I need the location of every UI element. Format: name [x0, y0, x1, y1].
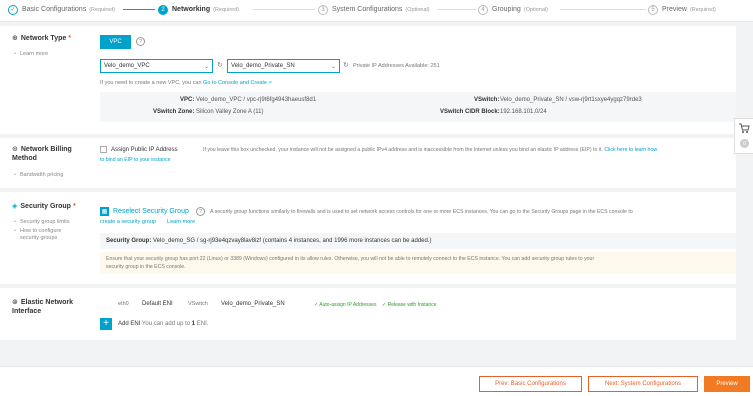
chevron-down-icon: ⌄ — [330, 63, 336, 70]
step-required: (Optional) — [523, 6, 548, 13]
step-connector — [253, 9, 315, 10]
preview-button[interactable]: Preview — [704, 376, 750, 392]
step-number: 5 — [648, 4, 658, 15]
vpc-select[interactable]: Velo_demo_VPC ⌄ — [100, 59, 213, 73]
vpc-info-box: VPC: Velo_demo_VPC / vpc-rj9t6fg4943haeu… — [100, 92, 736, 122]
eni-title-line2: Interface — [12, 308, 42, 315]
cart-badge: 0 — [740, 139, 749, 148]
zone-label: VSwitch Zone: — [153, 109, 195, 115]
zone-value: Silicon Valley Zone A (11) — [196, 109, 264, 115]
step-networking[interactable]: 2 Networking (Required) — [158, 4, 239, 15]
cidr-value: 192.168.101.0/24 — [500, 109, 547, 115]
assign-public-ip-checkbox[interactable] — [100, 146, 107, 153]
security-group-detail: (contains 4 instances, and 1996 more ins… — [262, 238, 432, 244]
vswitch-value: Velo_demo_Private_SN / vsw-rj9rt1sxye4yg… — [500, 97, 642, 103]
security-group-limits-link[interactable]: Security group limits — [14, 219, 69, 225]
billing-panel: ⊙ Network Billing Method Bandwidth prici… — [0, 138, 736, 188]
security-group-description: A security group functions similarly to … — [210, 209, 633, 215]
billing-icon: ⊙ — [12, 146, 18, 153]
create-vpc-link[interactable]: Go to Console and Create > — [203, 80, 272, 86]
security-group-title: ◈ Security Group * — [12, 202, 76, 211]
vpc-select-value: Velo_demo_VPC — [104, 63, 150, 69]
step-number: 3 — [318, 4, 328, 15]
add-eni-button[interactable]: + — [100, 318, 112, 330]
vswitch-select-value: Velo_demo_Private_SN — [231, 63, 295, 69]
step-connector — [560, 9, 646, 10]
step-grouping[interactable]: 4 Grouping (Optional) — [478, 4, 548, 15]
cidr-label: VSwitch CIDR Block: — [440, 109, 500, 115]
vpc-value: Velo_demo_VPC / vpc-rj9t6fg4943haeusf8d1 — [196, 97, 317, 103]
learn-bind-eip-link[interactable]: Click here to learn how — [604, 147, 657, 153]
selected-security-group-box: Security Group: Velo_demo_SG / sg-rj93e4… — [100, 233, 736, 249]
reselect-security-group-button[interactable]: Reselect Security Group — [113, 208, 189, 215]
help-icon[interactable]: ? — [136, 37, 145, 46]
step-required: (Required) — [213, 6, 240, 13]
vswitch-label: VSwitch: — [474, 97, 500, 103]
step-preview[interactable]: 5 Preview (Required) — [648, 4, 716, 15]
bandwidth-pricing: Bandwidth pricing — [14, 172, 63, 178]
learn-more-link[interactable]: Learn more — [167, 219, 195, 225]
cart-icon — [738, 122, 750, 137]
network-interface-icon: ⊚ — [12, 299, 18, 306]
ip-available-text: Private IP Addresses Available: 251 — [353, 63, 440, 69]
network-icon: ⊕ — [12, 35, 18, 42]
step-required: (Required) — [89, 6, 116, 13]
release-with-instance-option[interactable]: ✓ Release with Instance — [382, 302, 437, 308]
step-title: Grouping — [492, 6, 521, 13]
eni-vswitch-label: VSwitch — [188, 301, 208, 307]
chevron-down-icon: ⌄ — [203, 63, 209, 70]
step-number: 4 — [478, 4, 488, 15]
step-title: System Configurations — [332, 6, 403, 13]
floating-cart[interactable]: 0 — [734, 118, 753, 154]
check-icon: ✓ — [8, 4, 18, 15]
next-button[interactable]: Next: System Configurations — [588, 376, 698, 392]
default-eni: Default ENI — [142, 301, 173, 307]
bind-eip-link[interactable]: to bind an EIP to your instance — [100, 157, 171, 163]
vpc-label: VPC: — [180, 97, 195, 103]
vpc-button[interactable]: VPC — [100, 35, 131, 49]
step-required: (Optional) — [405, 6, 430, 13]
assign-public-ip-label: Assign Public IP Address — [111, 147, 178, 153]
eni-vswitch-value: Velo_demo_Private_SN — [221, 301, 285, 307]
step-number: 2 — [158, 4, 168, 15]
security-group-value: Velo_demo_SG / sg-rj93e4qzvay8lav8izf — [153, 238, 262, 244]
add-eni-text: Add ENI You can add up to 1 ENI. — [118, 321, 209, 327]
step-required: (Required) — [689, 6, 716, 13]
learn-more-link[interactable]: Learn more — [14, 51, 48, 57]
configure-security-groups-link-line2[interactable]: security groups — [20, 235, 57, 241]
wizard-steps: ✓ Basic Configurations (Required) 2 Netw… — [0, 0, 753, 22]
step-title: Preview — [662, 6, 687, 13]
security-group-links: create a security group Learn more — [100, 219, 195, 225]
prev-button[interactable]: Prev: Basic Configurations — [479, 376, 582, 392]
step-system-configurations[interactable]: 3 System Configurations (Optional) — [318, 4, 430, 15]
vswitch-select[interactable]: Velo_demo_Private_SN ⌄ — [227, 59, 340, 73]
step-basic-configurations[interactable]: ✓ Basic Configurations (Required) — [8, 4, 115, 15]
security-group-label: Security Group: — [106, 238, 152, 244]
billing-title: ⊙ Network Billing — [12, 145, 72, 154]
refresh-icon[interactable]: ↻ — [343, 61, 349, 69]
grid-icon: ▦ — [100, 207, 109, 216]
configure-security-groups-link[interactable]: How to configure — [14, 228, 61, 234]
port-warning: Ensure that your security group has port… — [100, 252, 736, 274]
eth-label: eth0 — [118, 301, 129, 307]
refresh-icon[interactable]: ↻ — [217, 61, 223, 69]
step-connector — [123, 9, 155, 10]
eni-title: ⊚ Elastic Network — [12, 298, 74, 307]
step-title: Networking — [172, 6, 211, 13]
eni-panel: ⊚ Elastic Network Interface — [0, 288, 736, 340]
auto-assign-ip-option[interactable]: ✓ Auto-assign IP Addresses — [314, 302, 376, 308]
create-security-group-link[interactable]: create a security group — [100, 219, 156, 225]
network-type-title: ⊕ Network Type * — [12, 34, 71, 43]
create-vpc-hint: If you need to create a new VPC, you can… — [100, 80, 272, 86]
shield-icon: ◈ — [12, 203, 18, 210]
step-title: Basic Configurations — [22, 6, 87, 13]
billing-title-line2: Method — [12, 155, 37, 162]
step-connector — [438, 9, 476, 10]
assign-ip-hint: If you leave this box unchecked, your in… — [203, 147, 658, 153]
help-icon[interactable]: ? — [196, 207, 205, 216]
